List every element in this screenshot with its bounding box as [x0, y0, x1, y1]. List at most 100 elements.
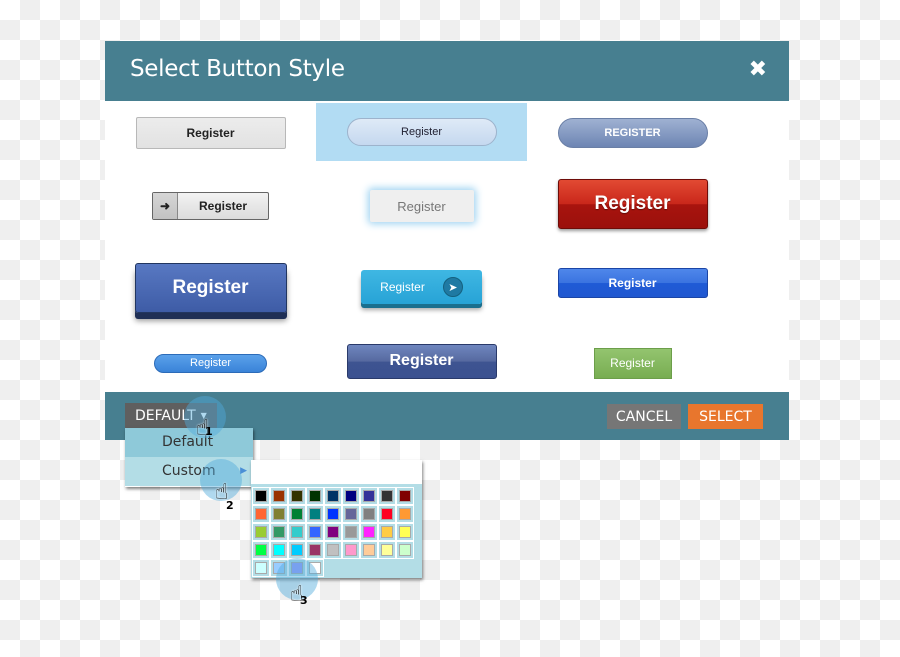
color-swatch[interactable]	[252, 505, 270, 523]
color-swatch[interactable]	[396, 523, 414, 541]
swatch-color	[363, 544, 375, 556]
register-button-style-10[interactable]: Register	[154, 353, 267, 373]
style-option-6[interactable]: Register	[527, 174, 738, 234]
register-button-style-9[interactable]: Register	[557, 268, 708, 298]
style-option-11[interactable]: Register	[316, 331, 527, 391]
swatch-color	[381, 508, 393, 520]
register-button-style-4[interactable]: ➜ Register	[152, 192, 269, 220]
color-swatch[interactable]	[306, 523, 324, 541]
style-option-12[interactable]: Register	[527, 333, 738, 393]
button-label: Register	[172, 277, 249, 298]
swatch-color	[309, 490, 321, 502]
swatch-color	[255, 526, 267, 538]
swatch-color	[291, 544, 303, 556]
button-label: Register	[198, 199, 248, 213]
color-swatch[interactable]	[342, 487, 360, 505]
color-swatch[interactable]	[342, 541, 360, 559]
swatch-color	[309, 544, 321, 556]
color-swatch[interactable]	[360, 505, 378, 523]
color-swatch[interactable]	[288, 541, 306, 559]
style-option-1[interactable]: Register	[105, 103, 316, 163]
register-button-style-7[interactable]: Register	[134, 263, 287, 313]
color-swatch[interactable]	[378, 487, 396, 505]
swatch-color	[363, 526, 375, 538]
color-swatch[interactable]	[270, 523, 288, 541]
color-swatch[interactable]	[324, 541, 342, 559]
color-swatch[interactable]	[252, 487, 270, 505]
color-swatch[interactable]	[306, 487, 324, 505]
color-swatch[interactable]	[396, 487, 414, 505]
palette-header	[251, 460, 422, 484]
style-option-8[interactable]: Register ➤	[316, 253, 527, 321]
style-option-2-selected[interactable]: Register	[316, 103, 527, 161]
color-swatch-grid	[252, 487, 416, 577]
swatch-color	[291, 490, 303, 502]
color-swatch[interactable]	[306, 541, 324, 559]
color-swatch[interactable]	[342, 505, 360, 523]
register-button-style-2[interactable]: Register	[346, 118, 497, 146]
button-label: REGISTER	[604, 127, 661, 139]
button-label: Register	[610, 356, 655, 370]
color-swatch[interactable]	[270, 487, 288, 505]
register-button-style-3[interactable]: REGISTER	[557, 118, 708, 148]
swatch-color	[327, 490, 339, 502]
style-option-10[interactable]: Register	[105, 333, 316, 393]
color-swatch[interactable]	[378, 523, 396, 541]
register-button-style-1[interactable]: Register	[135, 117, 286, 149]
color-swatch[interactable]	[342, 523, 360, 541]
register-button-style-6[interactable]: Register	[557, 179, 708, 229]
palette-row	[252, 523, 416, 541]
cancel-button[interactable]: CANCEL	[607, 404, 681, 429]
color-swatch[interactable]	[396, 505, 414, 523]
color-swatch[interactable]	[270, 541, 288, 559]
color-swatch[interactable]	[324, 505, 342, 523]
style-option-5[interactable]: Register	[316, 176, 527, 236]
swatch-color	[255, 562, 267, 574]
style-option-9[interactable]: Register	[527, 253, 738, 313]
register-button-style-5[interactable]: Register	[369, 190, 474, 222]
swatch-color	[309, 508, 321, 520]
color-swatch[interactable]	[378, 505, 396, 523]
register-button-style-8[interactable]: Register ➤	[361, 270, 482, 304]
swatch-color	[255, 508, 267, 520]
swatch-color	[291, 508, 303, 520]
color-swatch[interactable]	[360, 523, 378, 541]
color-swatch[interactable]	[288, 487, 306, 505]
color-swatch[interactable]	[378, 541, 396, 559]
swatch-color	[363, 490, 375, 502]
color-swatch[interactable]	[288, 505, 306, 523]
close-icon[interactable]: ✖	[749, 57, 767, 82]
color-swatch[interactable]	[306, 505, 324, 523]
color-swatch[interactable]	[252, 523, 270, 541]
color-swatch[interactable]	[396, 541, 414, 559]
color-swatch[interactable]	[360, 541, 378, 559]
arrow-right-circle-icon: ➤	[442, 277, 463, 297]
step-number: 1	[205, 425, 213, 438]
step-number: 2	[226, 499, 234, 512]
swatch-color	[399, 490, 411, 502]
swatch-color	[291, 526, 303, 538]
swatch-color	[273, 544, 285, 556]
menu-item-default[interactable]: Default	[125, 428, 253, 457]
color-swatch[interactable]	[252, 541, 270, 559]
color-swatch[interactable]	[288, 523, 306, 541]
color-swatch[interactable]	[270, 505, 288, 523]
swatch-color	[255, 490, 267, 502]
style-option-3[interactable]: REGISTER	[527, 103, 738, 163]
swatch-color	[381, 490, 393, 502]
register-button-style-12[interactable]: Register	[593, 347, 672, 379]
style-option-4[interactable]: ➜ Register	[105, 176, 316, 236]
swatch-color	[381, 544, 393, 556]
swatch-color	[327, 526, 339, 538]
swatch-color	[345, 544, 357, 556]
register-button-style-11[interactable]: Register	[346, 343, 497, 379]
select-button[interactable]: SELECT	[688, 404, 763, 429]
step-number: 3	[300, 594, 308, 607]
color-swatch[interactable]	[360, 487, 378, 505]
color-swatch[interactable]	[324, 487, 342, 505]
style-option-7[interactable]: Register	[105, 253, 316, 323]
swatch-color	[327, 544, 339, 556]
button-label: Register	[190, 357, 231, 369]
color-swatch[interactable]	[252, 559, 270, 577]
color-swatch[interactable]	[324, 523, 342, 541]
